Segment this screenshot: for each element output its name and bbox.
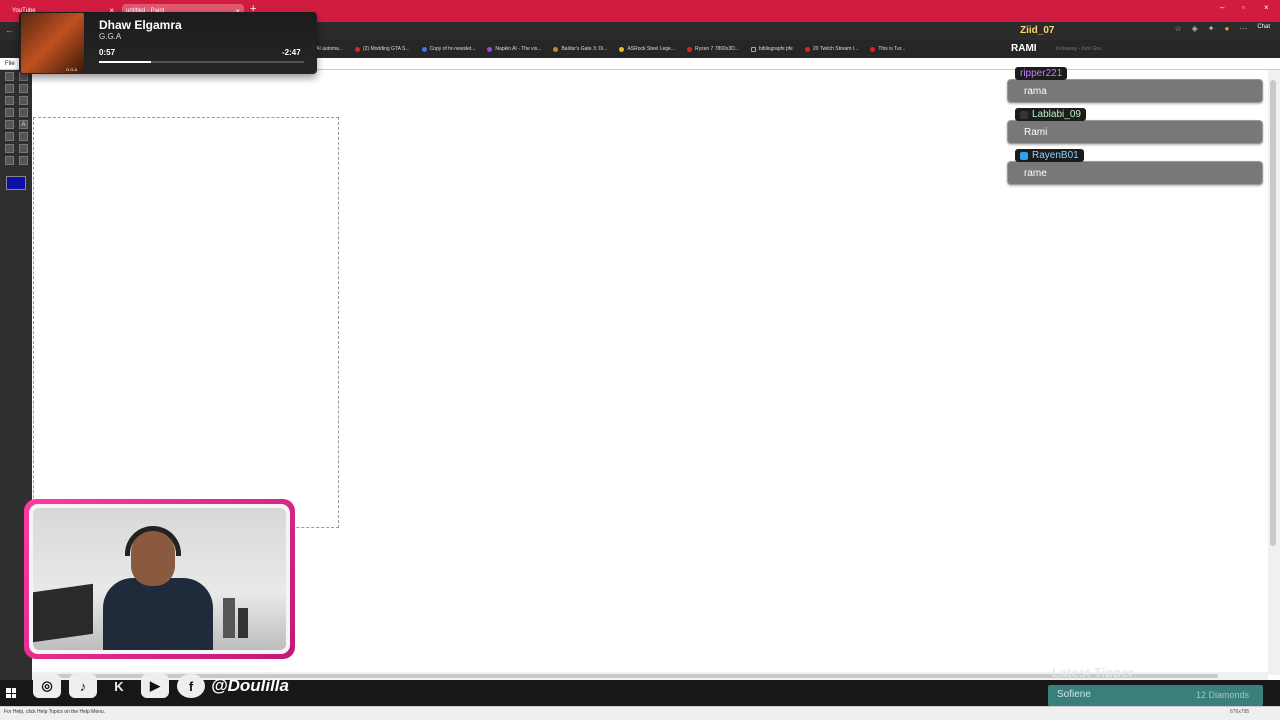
facebook-icon: f xyxy=(177,674,205,698)
rectangle-icon[interactable] xyxy=(5,144,14,153)
bookmark[interactable]: Ryzen 7 7800x3D... xyxy=(686,46,739,52)
free-select-icon[interactable] xyxy=(5,72,14,81)
chat-username-tag: RayenB01 xyxy=(1015,149,1084,162)
chat-username: RayenB01 xyxy=(1032,150,1079,161)
bottle xyxy=(223,598,235,638)
status-help-text: For Help, click Help Topics on the Help … xyxy=(4,709,106,715)
kick-icon: K xyxy=(114,678,124,694)
headphones xyxy=(125,526,181,556)
file-menu[interactable]: File xyxy=(5,61,15,67)
profile-icon[interactable]: ● xyxy=(1224,24,1229,33)
menu-dots-icon[interactable]: ⋯ xyxy=(1239,24,1247,33)
webcam-feed xyxy=(33,508,286,650)
extension-icon[interactable]: ◈ xyxy=(1192,24,1198,33)
chat-username-tag: Lablabi_09 xyxy=(1015,108,1086,121)
chat-message-bubble: Rami xyxy=(1007,120,1263,144)
vertical-scroll-thumb[interactable] xyxy=(1270,80,1276,546)
bookmark-favicon-icon xyxy=(686,46,692,52)
progress-fill xyxy=(99,61,152,63)
chat-message-text: rama xyxy=(1024,86,1047,97)
chat-message-text: Rami xyxy=(1024,127,1048,138)
text-tool-icon[interactable]: A xyxy=(19,120,28,129)
bookmark-favicon-icon xyxy=(804,46,810,52)
bookmark[interactable]: bibliographi pfe xyxy=(750,46,793,52)
pencil-icon[interactable] xyxy=(5,108,14,117)
social-links: ◎ ♪ K ▶ f @Doulilla xyxy=(33,674,289,698)
bookmark[interactable]: This is Tur... xyxy=(870,46,905,52)
window-close-icon[interactable]: × xyxy=(1264,3,1269,12)
ellipse-icon[interactable] xyxy=(5,156,14,165)
chat-username: Lablabi_09 xyxy=(1032,109,1081,120)
streamer-handle: @Doulilla xyxy=(211,676,289,695)
folder-icon xyxy=(750,46,756,52)
bookmark[interactable]: ASRock Steel Lege... xyxy=(619,46,675,52)
paint-status-bar xyxy=(0,706,1280,720)
user-badge-icon xyxy=(1020,110,1028,119)
bookmark-favicon-icon xyxy=(870,46,876,52)
album-art xyxy=(21,13,84,73)
webcam-border xyxy=(29,504,290,654)
bookmark[interactable]: Copy of hr-newslet... xyxy=(421,46,475,52)
latest-tipper-heading: Latest Tipper xyxy=(1052,665,1134,680)
chat-message-bubble: rama xyxy=(1007,79,1263,103)
back-arrow-icon[interactable]: ← xyxy=(5,25,14,35)
song-artist: G.G.A xyxy=(99,32,122,41)
airbrush-icon[interactable] xyxy=(5,120,14,129)
time-elapsed: 0:57 xyxy=(99,48,116,57)
bookmark[interactable]: AI automa... xyxy=(316,46,343,52)
bookmark-favicon-icon xyxy=(354,46,360,52)
minimize-icon[interactable]: – xyxy=(1220,3,1224,12)
webcam-frame xyxy=(24,499,295,659)
paint-canvas[interactable] xyxy=(33,117,339,528)
magnifier-icon[interactable] xyxy=(19,96,28,105)
chat-message-text: rame xyxy=(1024,168,1047,179)
tool-grid: A xyxy=(5,72,30,165)
bookmark-favicon-icon xyxy=(553,46,559,52)
tiktok-icon: ♪ xyxy=(69,674,97,698)
instagram-icon: ◎ xyxy=(33,674,61,698)
bookmark[interactable]: 20 Twitch Stream I... xyxy=(804,46,858,52)
curve-icon[interactable] xyxy=(19,132,28,141)
bookmark-favicon-icon xyxy=(421,46,427,52)
polygon-icon[interactable] xyxy=(19,144,28,153)
star-icon[interactable]: ☆ xyxy=(1174,24,1181,33)
brush-icon[interactable] xyxy=(19,108,28,117)
tipper-amount: 12 Diamonds xyxy=(1196,690,1250,700)
chat-username: ripper221 xyxy=(1020,68,1063,79)
diamond-badge-icon xyxy=(1020,151,1028,160)
extensions-area: ☆ ◈ ✦ ● ⋯ Chat xyxy=(1174,24,1270,33)
youtube-icon: ▶ xyxy=(141,674,169,698)
bottle xyxy=(238,608,248,638)
puzzle-icon[interactable]: ✦ xyxy=(1208,24,1215,33)
tipper-name: Sofiene xyxy=(1057,689,1091,700)
chat-top-message: RAMI xyxy=(1011,43,1037,54)
person-body xyxy=(103,578,213,650)
windows-start-icon[interactable] xyxy=(6,688,16,698)
chat-button[interactable]: Chat xyxy=(1257,24,1270,33)
bookmark[interactable]: (2) Modding GTA S... xyxy=(354,46,410,52)
bookmark-favicon-icon xyxy=(619,46,625,52)
line-icon[interactable] xyxy=(5,132,14,141)
chat-top-subtext: Kickaway - Kick Gre... xyxy=(1056,46,1105,52)
chat-message-bubble: rame xyxy=(1007,161,1263,185)
canvas-size-readout: 676x795 xyxy=(1230,709,1250,715)
time-remaining: -2:47 xyxy=(282,48,301,57)
chat-username-tag: ripper221 xyxy=(1015,67,1068,80)
color-picker-icon[interactable] xyxy=(5,96,14,105)
primary-color-swatch[interactable] xyxy=(6,176,26,190)
album-art-label: G.G.A xyxy=(66,67,78,72)
mic-arm xyxy=(33,583,93,643)
chat-top-username: Ziid_07 xyxy=(1020,25,1055,36)
bookmark[interactable]: Baldur's Gate 3: Di... xyxy=(553,46,607,52)
bookmark[interactable]: Napkin AI - The vis... xyxy=(487,46,541,52)
maximize-icon[interactable]: ▫ xyxy=(1242,3,1245,12)
rounded-rect-icon[interactable] xyxy=(19,156,28,165)
fill-icon[interactable] xyxy=(19,84,28,93)
song-title: Dhaw Elgamra xyxy=(99,18,182,32)
bookmark-favicon-icon xyxy=(487,46,493,52)
eraser-icon[interactable] xyxy=(5,84,14,93)
